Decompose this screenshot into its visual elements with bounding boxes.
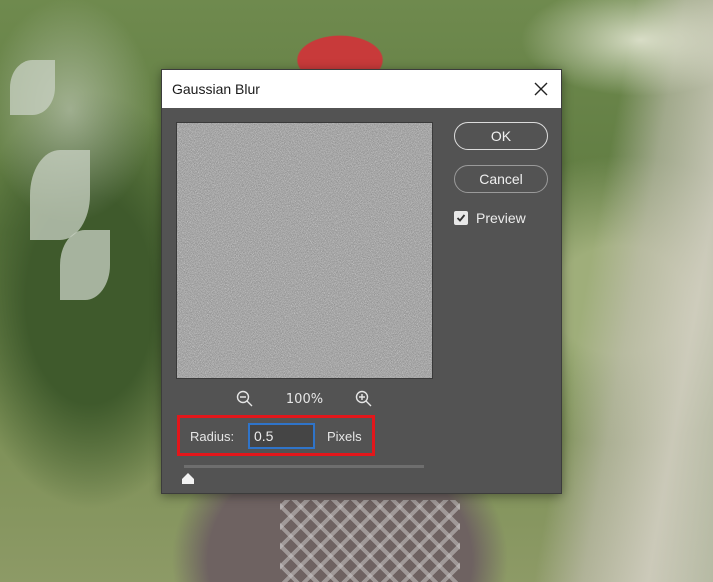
dialog-titlebar[interactable]: Gaussian Blur <box>162 70 561 108</box>
zoom-level: 100% <box>285 391 324 407</box>
checkmark-icon <box>456 214 466 222</box>
zoom-out-icon <box>236 390 253 407</box>
sweater-pattern <box>280 500 460 582</box>
zoom-in-icon <box>355 390 372 407</box>
ok-button[interactable]: OK <box>454 122 548 150</box>
radius-label: Radius: <box>190 429 235 444</box>
close-icon <box>534 82 548 96</box>
background-leaf <box>60 230 110 300</box>
radius-slider-track[interactable] <box>184 465 424 468</box>
radius-input[interactable] <box>248 423 315 449</box>
dialog-title: Gaussian Blur <box>172 81 260 97</box>
checkbox-box[interactable] <box>454 211 468 225</box>
preview-label: Preview <box>476 210 526 226</box>
slider-thumb-icon <box>182 473 194 484</box>
zoom-controls: 100% <box>176 388 433 410</box>
background-leaf <box>10 60 55 115</box>
zoom-in-button[interactable] <box>353 388 375 410</box>
close-button[interactable] <box>527 76 555 102</box>
radius-unit-label: Pixels <box>327 429 362 444</box>
blur-preview[interactable] <box>176 122 433 379</box>
noise-preview-image <box>177 123 432 378</box>
cancel-button[interactable]: Cancel <box>454 165 548 193</box>
background-leaf <box>30 150 90 240</box>
gaussian-blur-dialog: Gaussian Blur 100% Radius: 0.5 Pixels OK… <box>161 69 562 494</box>
radius-slider-thumb[interactable] <box>181 470 195 484</box>
zoom-out-button[interactable] <box>234 388 256 410</box>
preview-checkbox[interactable]: Preview <box>454 210 526 226</box>
